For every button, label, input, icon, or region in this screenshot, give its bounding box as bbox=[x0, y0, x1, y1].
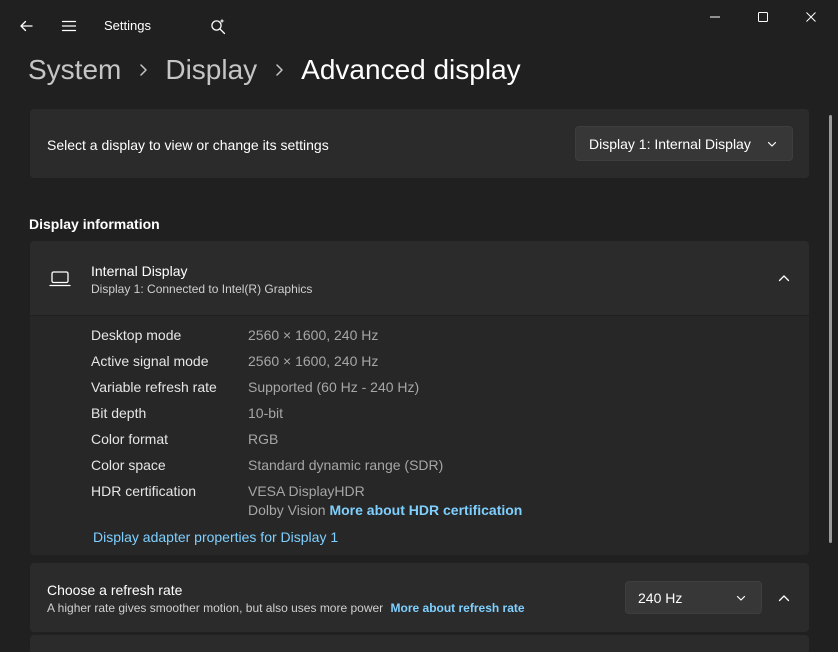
laptop-icon bbox=[49, 271, 71, 287]
spec-value: VESA DisplayHDR bbox=[248, 483, 365, 499]
navigation-menu-button[interactable] bbox=[55, 12, 83, 40]
page-title: Advanced display bbox=[301, 54, 521, 85]
refresh-rate-title: Choose a refresh rate bbox=[47, 582, 183, 598]
spec-value: Supported (60 Hz - 240 Hz) bbox=[248, 379, 420, 395]
spec-value: RGB bbox=[248, 431, 279, 447]
title-bar: Settings bbox=[0, 0, 838, 50]
display-info-collapse-button[interactable] bbox=[772, 266, 796, 290]
breadcrumb-display[interactable]: Display bbox=[165, 54, 257, 86]
spec-value: Dolby Vision bbox=[248, 502, 326, 518]
spec-label: Bit depth bbox=[91, 405, 147, 421]
display-adapter-properties-link[interactable]: Display adapter properties for Display 1 bbox=[93, 529, 338, 545]
search-sparkle-icon bbox=[211, 18, 226, 35]
spec-value-line: Dolby Vision More about HDR certificatio… bbox=[248, 502, 522, 518]
spec-label: HDR certification bbox=[91, 483, 197, 499]
minimize-button[interactable] bbox=[692, 0, 738, 34]
spec-label: Variable refresh rate bbox=[91, 379, 217, 395]
chevron-up-icon bbox=[778, 275, 790, 282]
refresh-rate-collapse-button[interactable] bbox=[772, 586, 796, 610]
app-title: Settings bbox=[104, 18, 151, 33]
hdr-certification-link[interactable]: More about HDR certification bbox=[329, 502, 522, 518]
chevron-up-icon bbox=[778, 595, 790, 602]
breadcrumb-separator bbox=[121, 63, 165, 77]
display-info-header[interactable]: Internal Display Display 1: Connected to… bbox=[30, 241, 809, 315]
settings-window: Settings System Display Advanced display… bbox=[0, 0, 838, 652]
chevron-down-icon bbox=[767, 141, 777, 147]
chevron-right-icon bbox=[140, 64, 148, 76]
display-connection: Display 1: Connected to Intel(R) Graphic… bbox=[91, 282, 313, 296]
maximize-button[interactable] bbox=[740, 0, 786, 34]
hamburger-icon bbox=[61, 20, 77, 32]
spec-value: 10-bit bbox=[248, 405, 284, 421]
back-arrow-icon bbox=[20, 20, 33, 32]
display-selector-label: Select a display to view or change its s… bbox=[47, 137, 329, 153]
close-button[interactable] bbox=[788, 0, 834, 34]
refresh-rate-link[interactable]: More about refresh rate bbox=[391, 601, 525, 615]
display-dropdown[interactable]: Display 1: Internal Display bbox=[575, 126, 793, 161]
display-name: Internal Display bbox=[91, 263, 188, 279]
scrollbar-thumb[interactable] bbox=[829, 115, 832, 543]
minimize-icon bbox=[710, 16, 720, 18]
refresh-rate-dropdown-value: 240 Hz bbox=[638, 589, 683, 606]
breadcrumb-separator bbox=[257, 63, 301, 77]
display-information-heading: Display information bbox=[29, 216, 160, 232]
close-icon bbox=[806, 12, 816, 22]
spec-label: Active signal mode bbox=[91, 353, 209, 369]
display-info-details: Desktop mode 2560 × 1600, 240 Hz Active … bbox=[30, 316, 809, 555]
breadcrumb-system[interactable]: System bbox=[28, 54, 121, 86]
search-button[interactable] bbox=[204, 12, 232, 40]
spec-value: Standard dynamic range (SDR) bbox=[248, 457, 444, 473]
breadcrumb: System Display Advanced display bbox=[28, 50, 521, 90]
chevron-right-icon bbox=[276, 64, 283, 76]
refresh-rate-dropdown[interactable]: 240 Hz bbox=[625, 581, 762, 614]
spec-value: 2560 × 1600, 240 Hz bbox=[248, 353, 379, 369]
maximize-icon bbox=[758, 12, 768, 22]
back-button[interactable] bbox=[12, 12, 40, 40]
spec-label: Desktop mode bbox=[91, 327, 182, 343]
spec-label: Color format bbox=[91, 431, 169, 447]
refresh-rate-description-text: A higher rate gives smoother motion, but… bbox=[47, 601, 384, 615]
refresh-rate-card: Choose a refresh rate A higher rate give… bbox=[30, 563, 809, 632]
display-selector-card: Select a display to view or change its s… bbox=[30, 109, 809, 178]
next-settings-card bbox=[30, 635, 809, 652]
display-dropdown-value: Display 1: Internal Display bbox=[589, 135, 751, 152]
spec-label: Color space bbox=[91, 457, 166, 473]
chevron-down-icon bbox=[736, 595, 746, 601]
spec-value: 2560 × 1600, 240 Hz bbox=[248, 327, 379, 343]
refresh-rate-description: A higher rate gives smoother motion, but… bbox=[47, 601, 525, 615]
